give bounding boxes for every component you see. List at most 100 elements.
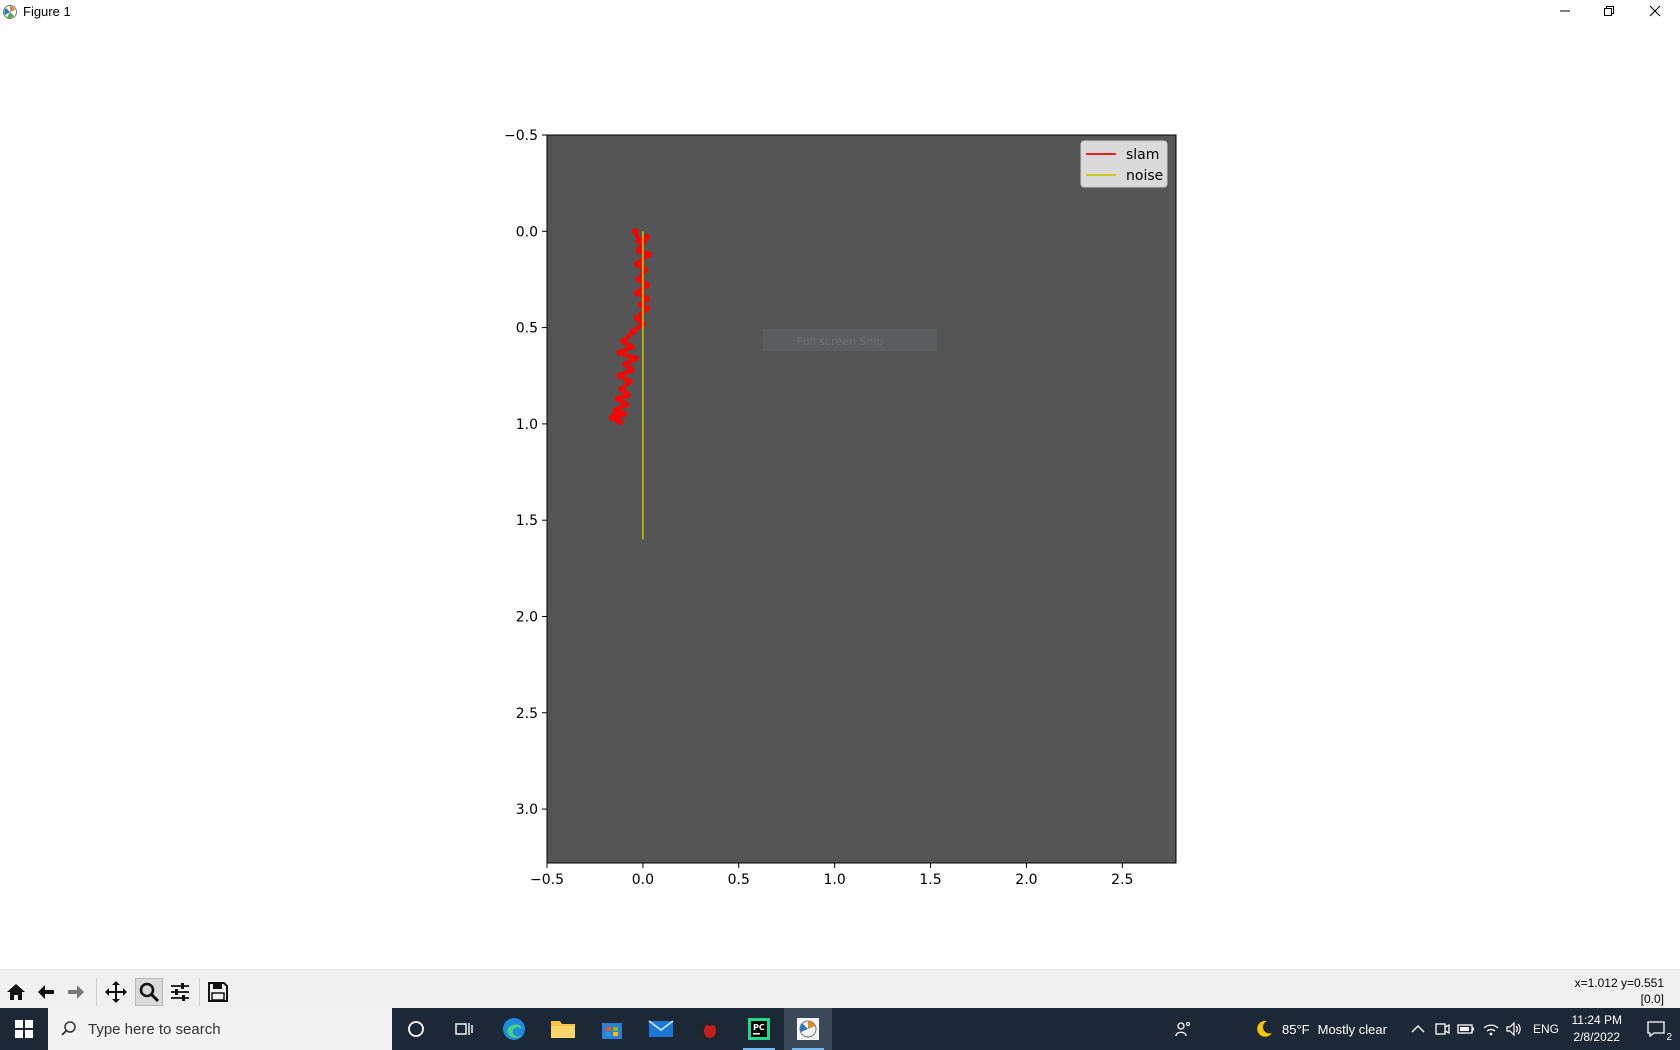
move-icon (105, 981, 127, 1003)
close-button[interactable] (1632, 0, 1678, 22)
start-button[interactable] (0, 1008, 48, 1050)
arrow-left-icon (38, 985, 54, 999)
taskbar-app-mail[interactable] (637, 1008, 685, 1050)
task-view-button[interactable] (440, 1008, 488, 1050)
series-point-slam (614, 395, 622, 403)
plot-chart[interactable]: −0.5 0.0 0.5 1.0 1.5 2.0 2.5 −0.5 0.0 0.5 1.0 1.5 2.… (0, 24, 1680, 969)
cortana-icon (408, 1021, 424, 1037)
taskbar-app-store[interactable] (588, 1008, 636, 1050)
series-point-slam (612, 407, 620, 414)
series-point-slam (633, 260, 641, 268)
windows-logo-icon (15, 1020, 33, 1038)
configure-subplots-button[interactable] (166, 978, 194, 1006)
chevron-up-icon (1411, 1025, 1425, 1033)
minimize-button[interactable] (1542, 0, 1588, 22)
series-point-slam (628, 343, 635, 351)
people-icon (1175, 1022, 1190, 1037)
notification-icon (1647, 1021, 1665, 1038)
task-view-icon (455, 1023, 473, 1035)
series-point-slam (616, 372, 624, 379)
tray-meet-now[interactable] (1434, 1008, 1450, 1050)
cortana-button[interactable] (392, 1008, 440, 1050)
pan-button[interactable] (102, 978, 130, 1006)
floppy-icon (208, 982, 228, 1002)
magnifier-icon (139, 982, 160, 1003)
series-point-slam (632, 228, 639, 235)
series-point-slam (622, 360, 629, 368)
notification-count: 2 (1666, 1032, 1672, 1043)
taskbar-clock[interactable]: 11:24 PM 2/8/2022 (1572, 1012, 1622, 1046)
tray-battery[interactable] (1457, 1008, 1475, 1050)
figure-canvas[interactable]: −0.5 0.0 0.5 1.0 1.5 2.0 2.5 −0.5 0.0 0.5 1.0 1.5 2.… (0, 24, 1680, 969)
x-tick-label: 2.0 (1015, 872, 1037, 888)
x-tick-label: 1.5 (919, 872, 941, 888)
bug-icon (699, 1020, 721, 1038)
forward-button[interactable] (62, 978, 90, 1006)
series-point-slam (645, 251, 652, 258)
matplotlib-app-icon (3, 5, 17, 19)
clock-time: 11:24 PM (1571, 1013, 1622, 1027)
restore-button[interactable] (1586, 0, 1632, 22)
zoom-button[interactable] (135, 978, 163, 1006)
battery-icon (1457, 1024, 1474, 1034)
home-icon (7, 984, 25, 1000)
legend-label-slam: slam (1126, 147, 1159, 163)
x-tick-label: −0.5 (530, 872, 564, 888)
taskbar-app-edge[interactable] (490, 1008, 538, 1050)
taskbar-app-matplotlib-figure[interactable] (784, 1008, 832, 1050)
speaker-icon (1506, 1021, 1521, 1037)
home-button[interactable] (2, 978, 30, 1006)
folder-icon (551, 1021, 575, 1038)
toolbar-separator (199, 978, 200, 1006)
chart-legend: slam noise (1080, 140, 1168, 188)
series-point-slam (632, 355, 639, 362)
series-point-slam (620, 411, 627, 418)
x-tick-label: 0.5 (728, 872, 750, 888)
taskbar-search-box[interactable]: Type here to search (48, 1008, 392, 1050)
y-tick-label: 0.0 (516, 224, 538, 240)
search-icon (61, 1021, 76, 1036)
weather-description: Mostly clear (1317, 1021, 1387, 1037)
clock-date: 2/8/2022 (1573, 1030, 1621, 1044)
weather-widget[interactable]: 85°F Mostly clear (1254, 1008, 1387, 1050)
series-point-slam (622, 401, 629, 408)
series-point-slam (630, 328, 637, 335)
store-icon (602, 1023, 622, 1039)
y-tick-label: −0.5 (504, 128, 538, 144)
pixel-value-text: [0.0] (1640, 992, 1664, 1006)
taskbar-app-debugger[interactable] (686, 1008, 734, 1050)
weather-temperature: 85°F (1282, 1021, 1310, 1037)
coordinate-text: x=1.012 y=0.551 (1574, 976, 1664, 990)
series-point-slam (624, 391, 631, 399)
people-button[interactable] (1174, 1008, 1192, 1050)
series-point-slam (643, 233, 650, 241)
series-point-slam (643, 305, 650, 312)
pycharm-icon: PC (748, 1018, 770, 1040)
tray-network[interactable] (1482, 1008, 1500, 1050)
mail-icon (648, 1020, 674, 1037)
series-point-slam (635, 237, 643, 245)
x-tick-label: 2.5 (1111, 872, 1133, 888)
search-placeholder: Type here to search (88, 1020, 221, 1038)
series-point-slam (620, 337, 627, 345)
series-point-slam (626, 378, 633, 385)
back-button[interactable] (32, 978, 60, 1006)
y-tick-label: 2.0 (516, 609, 538, 625)
legend-label-noise: noise (1126, 168, 1163, 184)
save-button[interactable] (204, 978, 232, 1006)
series-point-slam (628, 366, 635, 374)
snip-watermark-text: Full screen Snip (797, 335, 883, 348)
y-tick-label: 1.0 (516, 417, 538, 433)
input-language[interactable]: ENG (1533, 1008, 1559, 1050)
taskbar-app-pycharm[interactable]: PC (735, 1008, 783, 1050)
series-point-slam (633, 314, 641, 322)
window-title: Figure 1 (23, 4, 71, 19)
wifi-icon (1483, 1024, 1499, 1036)
taskbar-app-file-explorer[interactable] (539, 1008, 587, 1050)
tray-volume[interactable] (1505, 1008, 1523, 1050)
series-point-slam (643, 295, 650, 302)
notification-center-button[interactable]: 2 (1636, 1008, 1676, 1050)
y-tick-label: 3.0 (516, 802, 538, 818)
cursor-coordinates: x=1.012 y=0.551 [0.0] (1575, 975, 1664, 1007)
show-hidden-icons-button[interactable] (1411, 1008, 1425, 1050)
